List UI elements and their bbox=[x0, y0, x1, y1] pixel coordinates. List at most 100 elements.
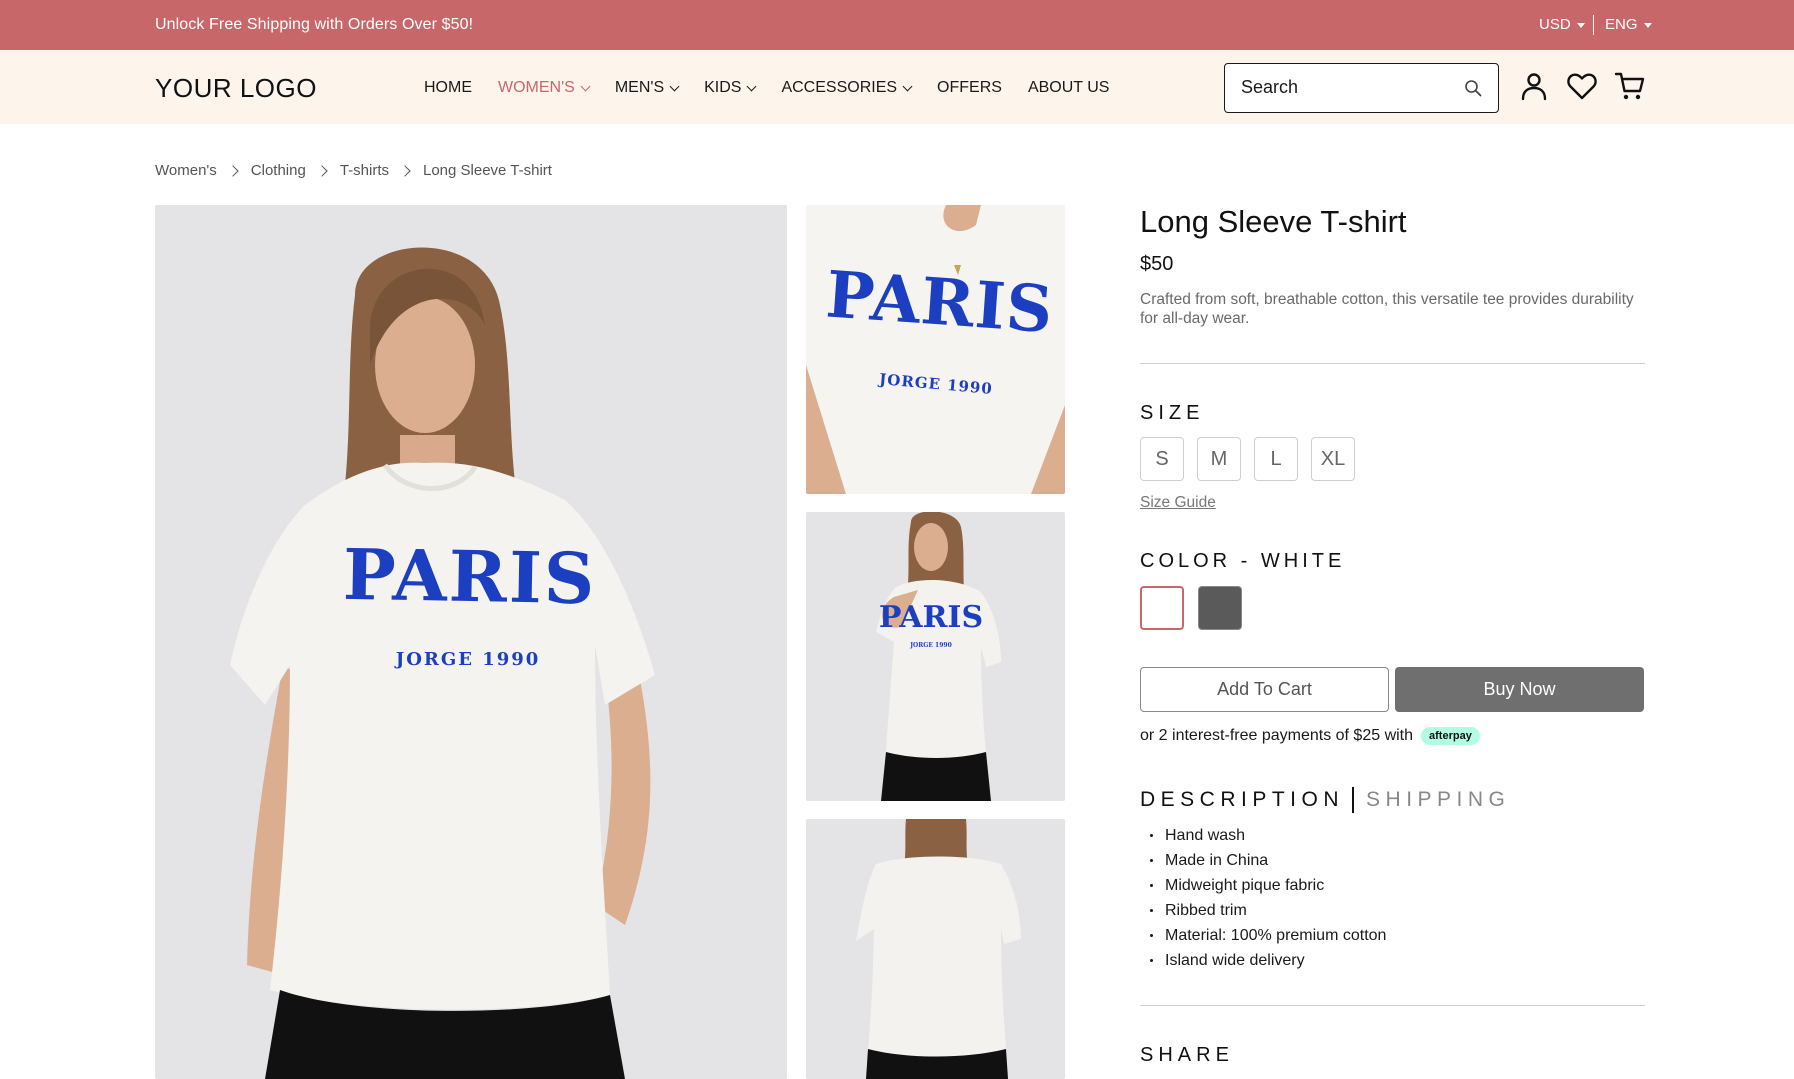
color-swatch-charcoal[interactable] bbox=[1198, 586, 1242, 630]
nav-label: HOME bbox=[424, 79, 472, 96]
caret-down-icon bbox=[1576, 23, 1585, 28]
nav-item-offers[interactable]: OFFERS bbox=[937, 79, 1002, 97]
color-options bbox=[1140, 586, 1242, 630]
main-nav: HOME WOMEN'S MEN'S KIDS ACCESSORIES OFFE… bbox=[424, 79, 1135, 97]
product-price: $50 bbox=[1140, 253, 1174, 275]
size-guide-link[interactable]: Size Guide bbox=[1140, 494, 1216, 512]
list-item: Made in China bbox=[1150, 848, 1386, 873]
promo-bar: Unlock Free Shipping with Orders Over $5… bbox=[0, 0, 1794, 50]
breadcrumb: Women's Clothing T-shirts Long Sleeve T-… bbox=[155, 162, 552, 179]
list-item: Island wide delivery bbox=[1150, 948, 1386, 973]
account-icon[interactable] bbox=[1518, 70, 1550, 102]
nav-item-home[interactable]: HOME bbox=[424, 79, 472, 97]
share-label: SHARE bbox=[1140, 1044, 1234, 1066]
breadcrumb-item-womens[interactable]: Women's bbox=[155, 162, 217, 179]
list-item: Hand wash bbox=[1150, 823, 1386, 848]
detail-text: Ribbed trim bbox=[1165, 902, 1247, 919]
add-to-cart-button[interactable]: Add To Cart bbox=[1140, 667, 1389, 712]
breadcrumb-item-tshirts[interactable]: T-shirts bbox=[340, 162, 389, 179]
site-logo[interactable]: YOUR LOGO bbox=[155, 73, 317, 104]
bullet-icon bbox=[1150, 934, 1153, 937]
detail-text: Midweight pique fabric bbox=[1165, 877, 1325, 894]
product-details-list: Hand wash Made in China Midweight pique … bbox=[1150, 823, 1386, 973]
search-icon[interactable] bbox=[1464, 79, 1482, 97]
divider bbox=[1140, 1005, 1645, 1006]
shirt-print-main: PARIS bbox=[823, 257, 1056, 349]
shirt-print-sub: JORGE 1990 bbox=[395, 649, 541, 670]
thumbnail-image-2[interactable]: PARIS JORGE 1990 bbox=[806, 512, 1065, 801]
color-label: COLOR - WHITE bbox=[1140, 550, 1346, 572]
color-swatch-white[interactable] bbox=[1140, 586, 1184, 630]
afterpay-logo[interactable]: afterpay bbox=[1421, 727, 1480, 745]
nav-item-kids[interactable]: KIDS bbox=[704, 79, 757, 97]
product-tabs: DESCRIPTION SHIPPING bbox=[1140, 787, 1510, 813]
chevron-right-icon bbox=[227, 164, 239, 177]
wishlist-heart-icon[interactable] bbox=[1566, 70, 1598, 102]
chevron-right-icon bbox=[399, 164, 411, 177]
breadcrumb-item-current: Long Sleeve T-shirt bbox=[423, 162, 552, 179]
bullet-icon bbox=[1150, 959, 1153, 962]
product-photo bbox=[806, 205, 1065, 494]
size-option-l[interactable]: L bbox=[1254, 437, 1298, 481]
nav-label: OFFERS bbox=[937, 79, 1002, 96]
nav-label: KIDS bbox=[704, 79, 742, 96]
promo-message: Unlock Free Shipping with Orders Over $5… bbox=[155, 16, 474, 33]
nav-label: WOMEN'S bbox=[498, 79, 575, 96]
bullet-icon bbox=[1150, 909, 1153, 912]
thumbnail-image-3[interactable] bbox=[806, 819, 1065, 1079]
nav-item-mens[interactable]: MEN'S bbox=[614, 79, 680, 97]
bullet-icon bbox=[1150, 884, 1153, 887]
detail-text: Island wide delivery bbox=[1165, 952, 1305, 969]
product-title: Long Sleeve T-shirt bbox=[1140, 204, 1407, 239]
product-photo bbox=[155, 205, 787, 1079]
main-product-image[interactable]: PARIS JORGE 1990 bbox=[155, 205, 787, 1079]
currency-selector[interactable]: USD bbox=[1539, 16, 1585, 33]
list-item: Material: 100% premium cotton bbox=[1150, 923, 1386, 948]
thumbnail-image-1[interactable]: PARIS JORGE 1990 bbox=[806, 205, 1065, 494]
nav-label: ACCESSORIES bbox=[781, 79, 898, 96]
afterpay-text: or 2 interest-free payments of $25 with bbox=[1140, 727, 1414, 744]
size-option-xl[interactable]: XL bbox=[1311, 437, 1355, 481]
language-label: ENG bbox=[1605, 16, 1638, 33]
tab-shipping[interactable]: SHIPPING bbox=[1366, 788, 1510, 812]
chevron-down-icon bbox=[747, 81, 757, 91]
list-item: Midweight pique fabric bbox=[1150, 873, 1386, 898]
site-header: YOUR LOGO HOME WOMEN'S MEN'S KIDS ACCESS… bbox=[0, 50, 1794, 124]
nav-label: ABOUT US bbox=[1027, 79, 1110, 96]
afterpay-info: or 2 interest-free payments of $25 with … bbox=[1140, 727, 1480, 745]
product-photo bbox=[806, 819, 1065, 1079]
divider bbox=[1140, 363, 1645, 364]
nav-label: MEN'S bbox=[614, 79, 665, 96]
size-label: SIZE bbox=[1140, 402, 1205, 424]
search-input[interactable] bbox=[1241, 64, 1451, 111]
bullet-icon bbox=[1150, 859, 1153, 862]
chevron-down-icon bbox=[580, 81, 591, 91]
chevron-down-icon bbox=[669, 81, 680, 91]
currency-label: USD bbox=[1539, 16, 1571, 33]
search-box bbox=[1224, 63, 1499, 113]
detail-text: Hand wash bbox=[1165, 827, 1246, 844]
buy-now-button[interactable]: Buy Now bbox=[1395, 667, 1644, 712]
divider bbox=[1593, 15, 1594, 35]
list-item: Ribbed trim bbox=[1150, 898, 1386, 923]
size-option-m[interactable]: M bbox=[1197, 437, 1241, 481]
breadcrumb-item-clothing[interactable]: Clothing bbox=[251, 162, 306, 179]
detail-text: Material: 100% premium cotton bbox=[1165, 927, 1387, 944]
product-description: Crafted from soft, breathable cotton, th… bbox=[1140, 291, 1634, 327]
shirt-print-sub: JORGE 1990 bbox=[910, 642, 952, 649]
chevron-right-icon bbox=[316, 164, 328, 177]
nav-item-accessories[interactable]: ACCESSORIES bbox=[781, 79, 913, 97]
nav-item-womens[interactable]: WOMEN'S bbox=[498, 79, 591, 97]
language-selector[interactable]: ENG bbox=[1605, 16, 1652, 33]
product-photo bbox=[806, 512, 1065, 801]
size-option-s[interactable]: S bbox=[1140, 437, 1184, 481]
bullet-icon bbox=[1150, 834, 1153, 837]
cart-icon[interactable] bbox=[1614, 70, 1646, 102]
shirt-print-main: PARIS bbox=[342, 532, 598, 621]
shirt-print-main: PARIS bbox=[878, 600, 984, 635]
detail-text: Made in China bbox=[1165, 852, 1269, 869]
tab-divider bbox=[1352, 787, 1355, 813]
tab-description[interactable]: DESCRIPTION bbox=[1140, 788, 1344, 812]
caret-down-icon bbox=[1643, 23, 1652, 28]
nav-item-about-us[interactable]: ABOUT US bbox=[1028, 79, 1110, 97]
